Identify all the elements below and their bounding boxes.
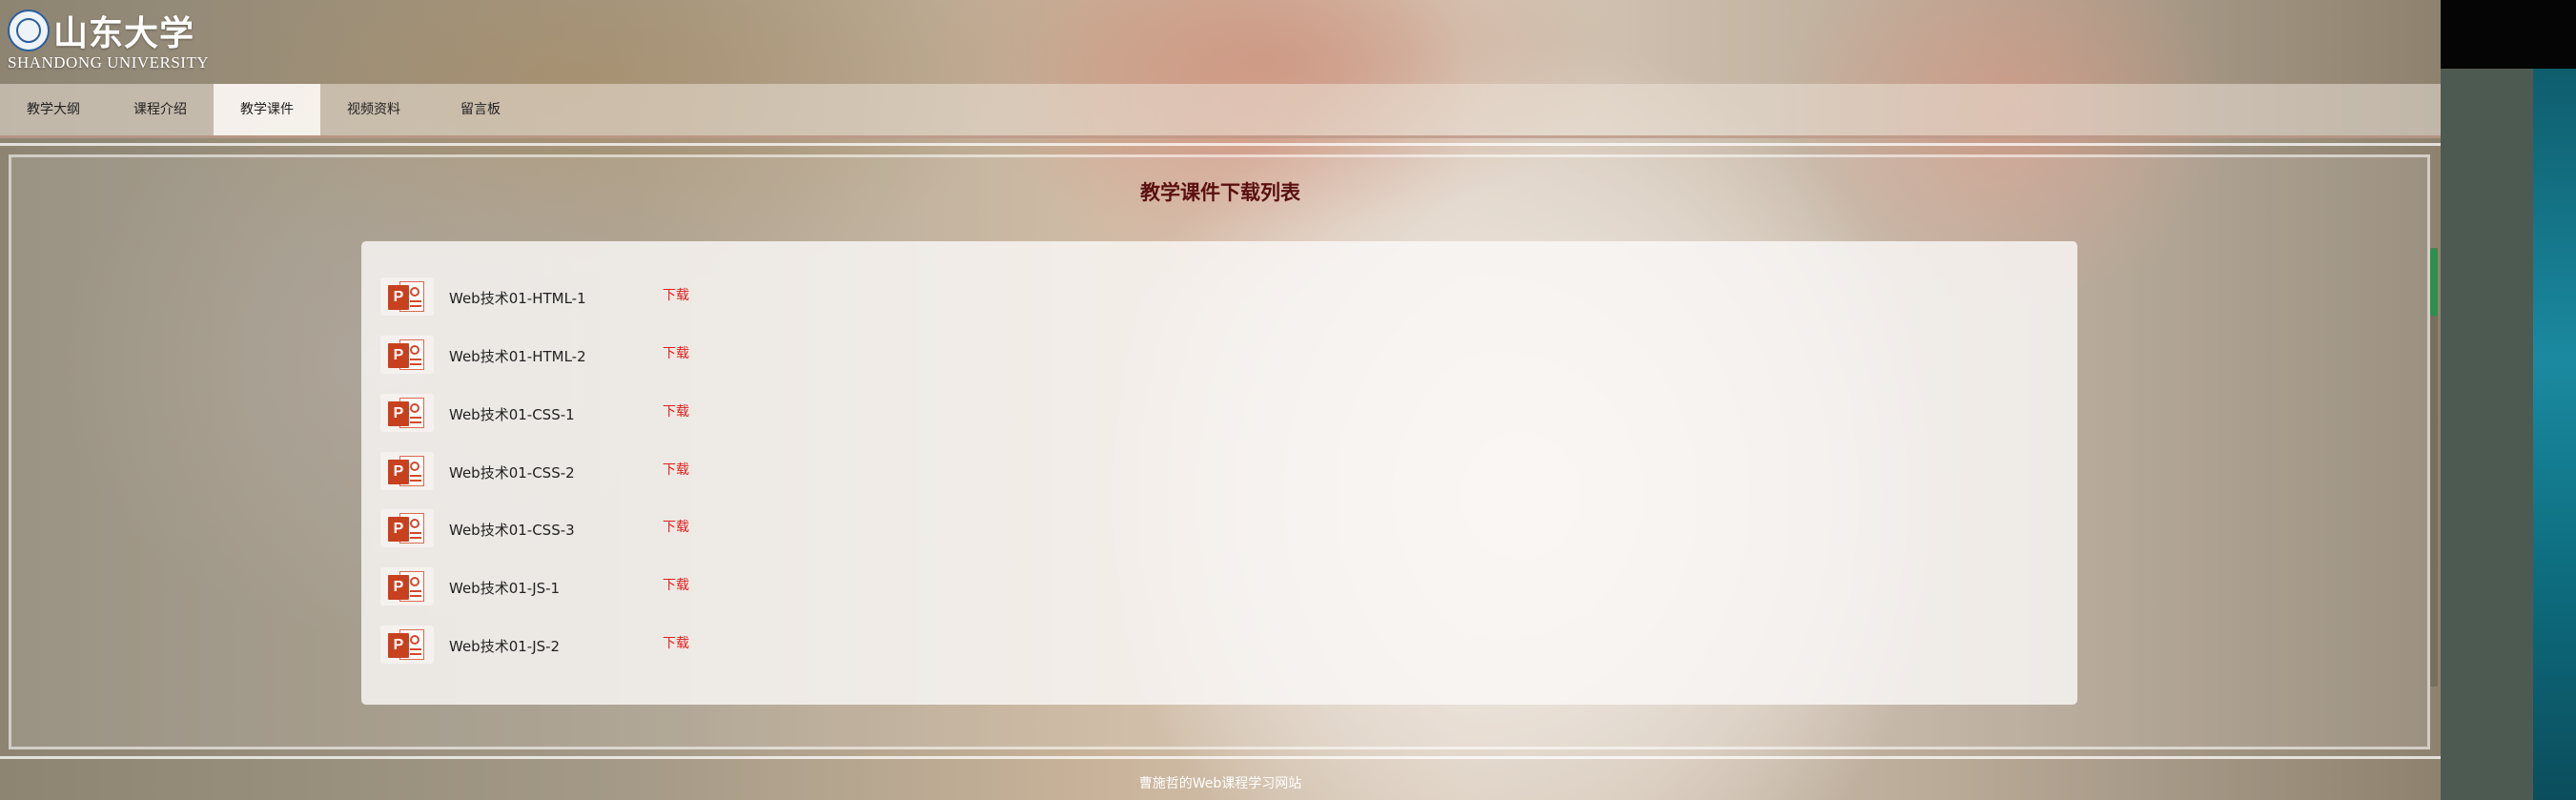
university-logo — [8, 10, 50, 51]
powerpoint-icon: P — [380, 277, 434, 316]
list-item: P Web技术01-HTML-2 下载 — [380, 333, 952, 377]
list-item: P Web技术01-JS-1 下载 — [380, 564, 952, 608]
list-item: P Web技术01-HTML-1 下载 — [380, 275, 952, 318]
nav-item-course-intro[interactable]: 课程介绍 — [107, 84, 214, 135]
university-name-cn: 山东大学 — [53, 13, 195, 53]
nav-item-message-board[interactable]: 留言板 — [427, 84, 534, 135]
scrollbar-thumb[interactable] — [2430, 248, 2438, 317]
powerpoint-icon: P — [380, 626, 434, 664]
file-name: Web技术01-JS-1 — [449, 580, 561, 597]
nav-item-courseware[interactable]: 教学课件 — [214, 84, 320, 135]
powerpoint-icon: P — [380, 452, 434, 490]
download-link[interactable]: 下载 — [663, 575, 689, 594]
file-name: Web技术01-CSS-3 — [449, 522, 575, 539]
adjacent-window-image — [2533, 69, 2576, 800]
list-item: P Web技术01-CSS-2 下载 — [380, 449, 952, 493]
download-link[interactable]: 下载 — [663, 633, 689, 652]
list-item: P Web技术01-CSS-3 下载 — [380, 506, 952, 550]
file-list-panel: P Web技术01-HTML-1 下载 P Web技术01-HTML-2 下载 … — [361, 241, 2077, 705]
main-nav: 教学大纲 课程介绍 教学课件 视频资料 留言板 — [0, 84, 2441, 138]
powerpoint-icon: P — [380, 567, 434, 605]
download-link[interactable]: 下载 — [663, 343, 689, 362]
powerpoint-icon: P — [380, 509, 434, 547]
university-name-en: SHANDONG UNIVERSITY — [8, 53, 210, 72]
file-name: Web技术01-CSS-2 — [449, 464, 575, 482]
site-footer: 曹施哲的Web课程学习网站 — [1138, 776, 1302, 791]
list-item: P Web技术01-JS-2 下载 — [380, 623, 952, 667]
file-name: Web技术01-CSS-1 — [449, 406, 575, 423]
adjacent-window-top — [2441, 0, 2576, 69]
download-link[interactable]: 下载 — [663, 460, 689, 479]
nav-item-syllabus[interactable]: 教学大纲 — [0, 84, 107, 135]
powerpoint-icon: P — [380, 336, 434, 374]
page-title: 教学课件下载列表 — [1140, 181, 1300, 204]
site-header: 山东大学 SHANDONG UNIVERSITY — [0, 0, 2441, 82]
file-name: Web技术01-JS-2 — [449, 638, 561, 655]
nav-divider — [0, 143, 2441, 146]
file-name: Web技术01-HTML-1 — [449, 290, 586, 307]
footer-divider — [0, 756, 2441, 759]
download-link[interactable]: 下载 — [663, 517, 689, 536]
download-link[interactable]: 下载 — [663, 285, 689, 304]
list-item: P Web技术01-CSS-1 下载 — [380, 391, 952, 435]
powerpoint-icon: P — [380, 394, 434, 432]
download-link[interactable]: 下载 — [663, 401, 689, 421]
nav-item-videos[interactable]: 视频资料 — [320, 84, 427, 135]
file-name: Web技术01-HTML-2 — [449, 348, 586, 365]
